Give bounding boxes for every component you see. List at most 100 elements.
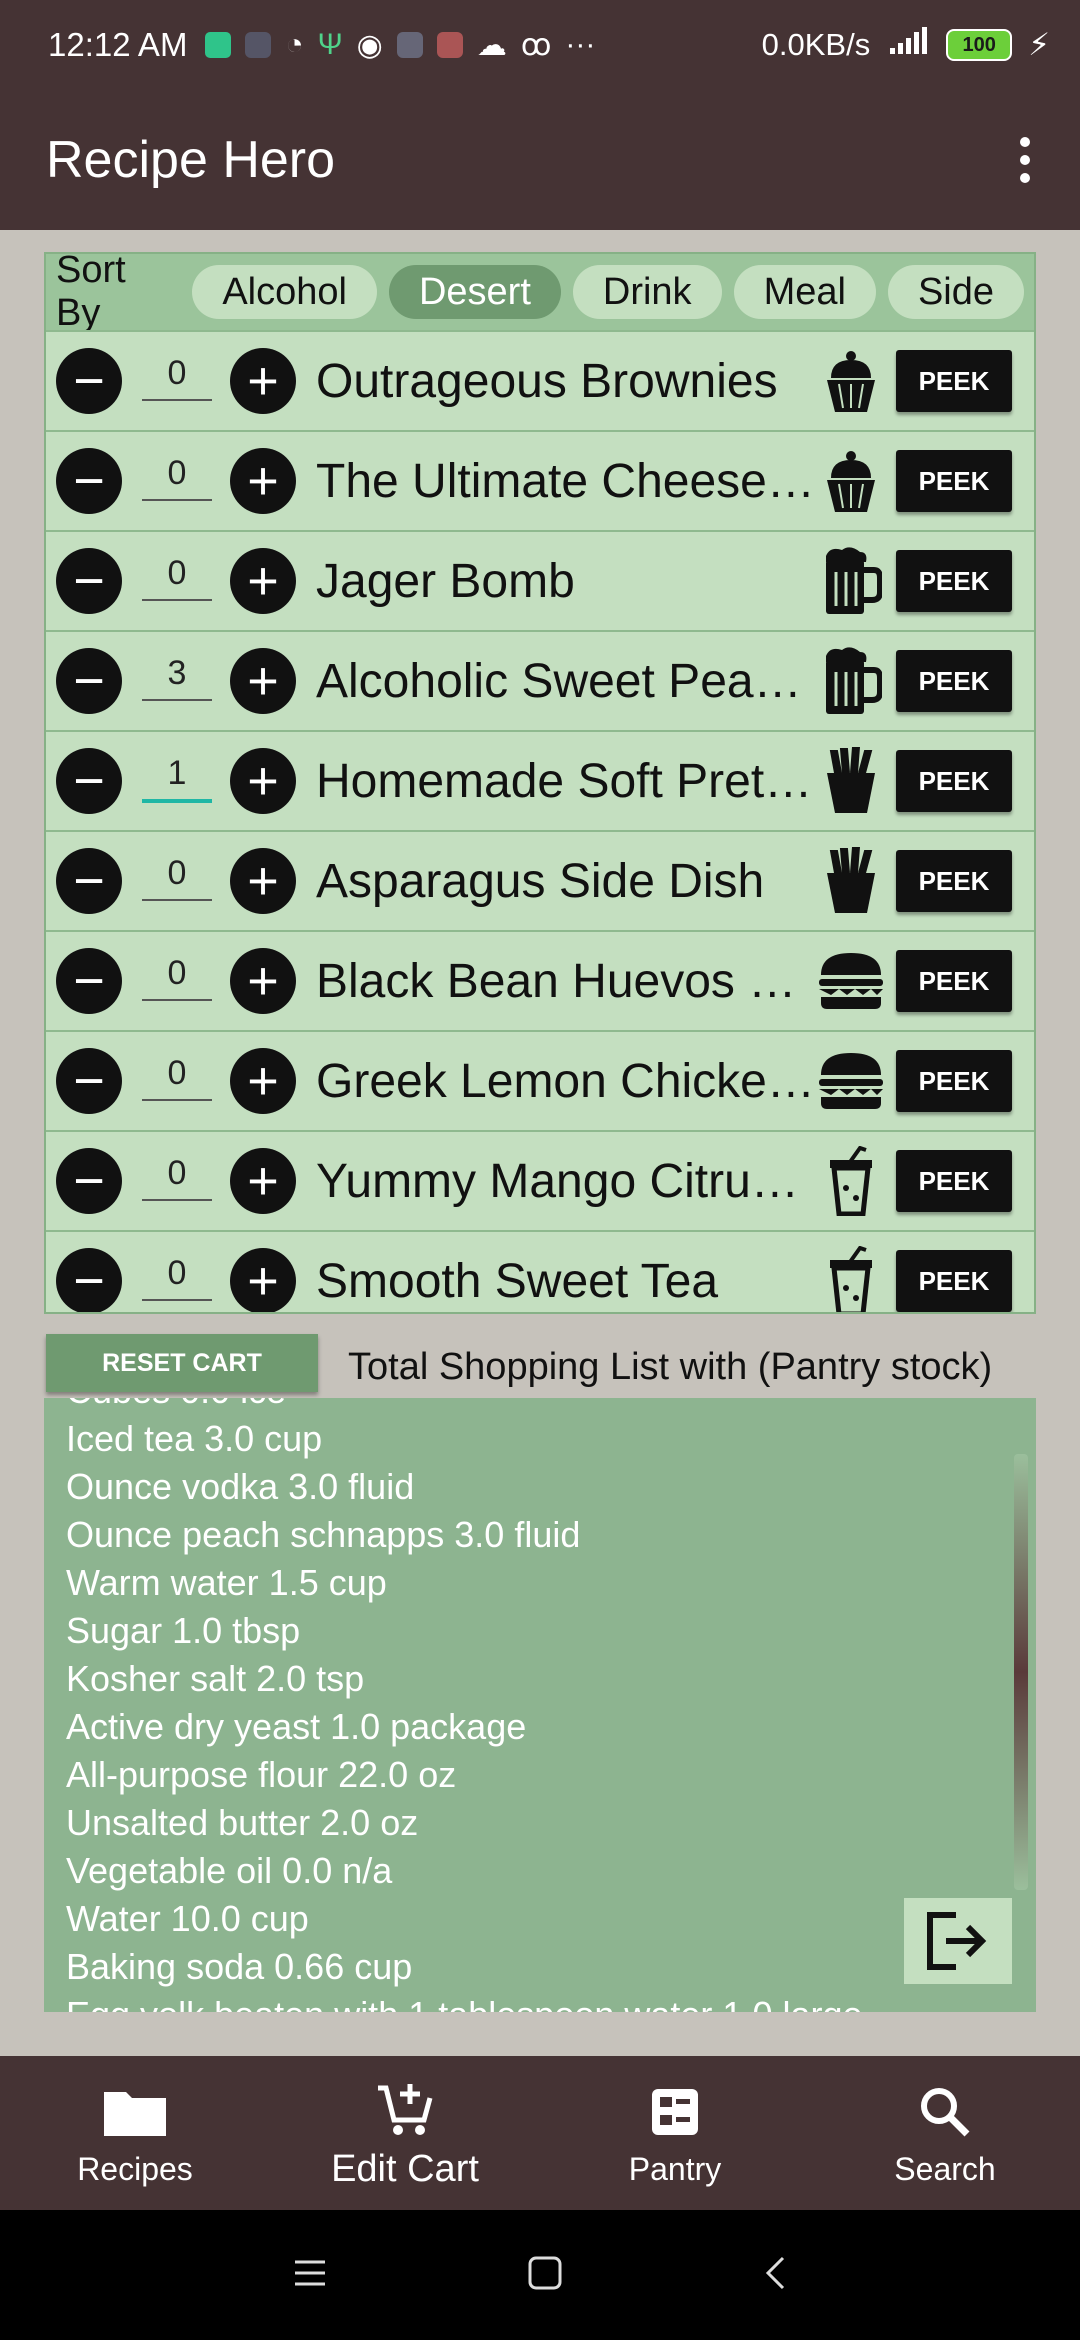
notification-icons: ◔ Ψ ◉ ☁ ꝏ ··· (205, 28, 595, 63)
overflow-menu-icon[interactable] (1010, 137, 1040, 183)
recipe-name[interactable]: Asparagus Side Dish (316, 854, 866, 909)
plus-icon: + (247, 951, 279, 1011)
decrease-button[interactable]: − (56, 548, 122, 614)
nav-pantry[interactable]: Pantry (540, 2056, 810, 2210)
nav-search[interactable]: Search (810, 2056, 1080, 2210)
recipe-name[interactable]: Black Bean Huevos … (316, 954, 866, 1009)
recipe-name[interactable]: Jager Bomb (316, 554, 866, 609)
nav-label-edit-cart: Edit Cart (331, 2147, 479, 2190)
minus-icon: − (73, 351, 105, 411)
sort-chip-side[interactable]: Side (887, 265, 1024, 319)
plus-icon: + (247, 851, 279, 911)
minus-icon: − (73, 851, 105, 911)
peek-button[interactable]: PEEK (896, 550, 1012, 612)
quantity-input[interactable]: 0 (142, 354, 212, 401)
quantity-input[interactable]: 0 (142, 854, 212, 901)
messenger-icon: ◉ (356, 28, 383, 62)
peek-button[interactable]: PEEK (896, 650, 1012, 712)
recipe-name[interactable]: Smooth Sweet Tea (316, 1254, 866, 1309)
reset-cart-button[interactable]: RESET CART (46, 1334, 318, 1392)
back-icon[interactable] (763, 2255, 787, 2296)
peek-button[interactable]: PEEK (896, 850, 1012, 912)
decrease-button[interactable]: − (56, 848, 122, 914)
quantity-input[interactable]: 0 (142, 1254, 212, 1301)
home-icon[interactable] (527, 2255, 563, 2296)
recipe-name[interactable]: Greek Lemon Chicke… (316, 1054, 866, 1109)
status-bar: 12:12 AM ◔ Ψ ◉ ☁ ꝏ ··· 0.0KB/s 100 ⚡ (0, 0, 1080, 90)
shopping-list-item: Ounce peach schnapps 3.0 fluid (66, 1514, 581, 1555)
decrease-button[interactable]: − (56, 448, 122, 514)
increase-button[interactable]: + (230, 348, 296, 414)
shopping-list-item: Baking soda 0.66 cup (66, 1946, 413, 1987)
peek-button[interactable]: PEEK (896, 750, 1012, 812)
burger-icon (816, 1046, 886, 1116)
increase-button[interactable]: + (230, 548, 296, 614)
increase-button[interactable]: + (230, 848, 296, 914)
recipe-name[interactable]: Outrageous Brownies (316, 354, 866, 409)
quantity-input[interactable]: 3 (142, 654, 212, 701)
sort-chip-alcohol[interactable]: Alcohol (192, 265, 377, 319)
increase-button[interactable]: + (230, 648, 296, 714)
decrease-button[interactable]: − (56, 948, 122, 1014)
increase-button[interactable]: + (230, 1248, 296, 1312)
decrease-button[interactable]: − (56, 1248, 122, 1312)
folder-icon (100, 2079, 170, 2145)
decrease-button[interactable]: − (56, 648, 122, 714)
scrollbar[interactable] (1014, 1454, 1028, 1890)
increase-button[interactable]: + (230, 748, 296, 814)
drink-cup-icon (816, 1146, 886, 1216)
nav-label-recipes: Recipes (77, 2150, 193, 2187)
decrease-button[interactable]: − (56, 348, 122, 414)
quantity-input[interactable]: 1 (142, 754, 212, 803)
quantity-input[interactable]: 0 (142, 1154, 212, 1201)
shopping-list-item: Sugar 1.0 tbsp (66, 1610, 301, 1651)
sort-chip-drink[interactable]: Drink (572, 265, 722, 319)
decrease-button[interactable]: − (56, 1048, 122, 1114)
nav-edit-cart[interactable]: Edit Cart (270, 2056, 540, 2210)
charging-icon: ⚡ (1028, 27, 1050, 62)
network-speed: 0.0KB/s (761, 27, 871, 62)
recipe-row: −0 + Smooth Sweet Tea PEEK (46, 1230, 1034, 1312)
nav-label-pantry: Pantry (628, 2150, 722, 2187)
recipe-name[interactable]: Yummy Mango Citru… (316, 1154, 866, 1209)
minus-icon: − (73, 1051, 105, 1111)
sort-chip-desert[interactable]: Desert (388, 265, 561, 319)
shopping-list-item: Vegetable oil 0.0 n/a (66, 1850, 393, 1891)
peek-button[interactable]: PEEK (896, 450, 1012, 512)
peek-button[interactable]: PEEK (896, 1150, 1012, 1212)
peek-button[interactable]: PEEK (896, 1050, 1012, 1112)
beer-mug-icon (816, 646, 886, 716)
increase-button[interactable]: + (230, 1148, 296, 1214)
recipe-name[interactable]: Homemade Soft Pret… (316, 754, 866, 809)
shopping-list[interactable]: Cubes 0.0 ice Iced tea 3.0 cup Ounce vodka… (44, 1398, 1036, 2012)
menu-icon[interactable] (293, 2258, 327, 2293)
increase-button[interactable]: + (230, 448, 296, 514)
drink-cup-icon (816, 1246, 886, 1312)
quantity-input[interactable]: 0 (142, 1054, 212, 1101)
export-button[interactable] (904, 1898, 1012, 1984)
plus-icon: + (247, 551, 279, 611)
nav-recipes[interactable]: Recipes (0, 2056, 270, 2210)
recipe-name[interactable]: Alcoholic Sweet Pea… (316, 654, 866, 709)
quantity-input[interactable]: 0 (142, 554, 212, 601)
recipe-name[interactable]: The Ultimate Cheese… (316, 454, 866, 509)
shopping-list-item: Iced tea 3.0 cup (66, 1418, 323, 1459)
minus-icon: − (73, 551, 105, 611)
quantity-input[interactable]: 0 (142, 454, 212, 501)
increase-button[interactable]: + (230, 948, 296, 1014)
decrease-button[interactable]: − (56, 1148, 122, 1214)
quantity-input[interactable]: 0 (142, 954, 212, 1001)
cloud-icon: ☁ (476, 28, 507, 62)
sort-chip-meal[interactable]: Meal (733, 265, 876, 319)
peek-button[interactable]: PEEK (896, 350, 1012, 412)
peek-button[interactable]: PEEK (896, 1250, 1012, 1312)
peek-button[interactable]: PEEK (896, 950, 1012, 1012)
shopping-list-item: Active dry yeast 1.0 package (66, 1706, 527, 1747)
shopping-list-item: Cubes 0.0 ice (66, 1398, 286, 1412)
plus-icon: + (247, 451, 279, 511)
add-cart-icon (374, 2076, 436, 2142)
decrease-button[interactable]: − (56, 748, 122, 814)
shopping-list-item: Unsalted butter 2.0 oz (66, 1802, 419, 1843)
shopping-list-item: Egg yolk beaten with 1 tablespoon water … (66, 1994, 863, 2012)
increase-button[interactable]: + (230, 1048, 296, 1114)
